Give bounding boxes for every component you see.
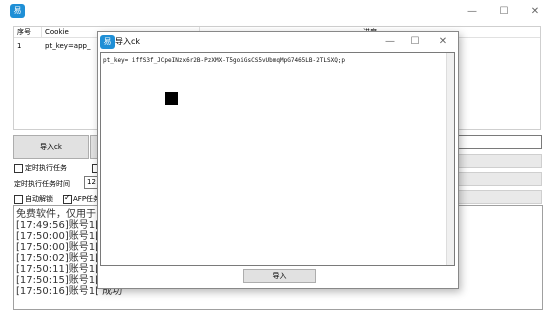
log-line: [17:50:15]账号1[ (16, 275, 99, 286)
maximize-icon[interactable]: ☐ (495, 5, 513, 19)
log-line: [17:50:00]账号1[ (16, 242, 99, 253)
app-icon: 易 (10, 4, 25, 18)
cookie-textarea[interactable]: pt_key= iffS3f_JCpeINzx6r2B-PzXMX-T5goiG… (100, 52, 455, 266)
import-ck-button[interactable]: 导入ck (13, 135, 89, 159)
right-button-1[interactable] (454, 154, 542, 168)
auto-unlock-label: 自动解锁 (25, 195, 53, 203)
table-cell-seq[interactable]: 1 (14, 41, 42, 51)
dialog-title: 导入ck (115, 37, 141, 46)
right-button-3[interactable] (454, 190, 542, 204)
afp-task-label: AFP任务 (73, 195, 101, 203)
main-titlebar: 易 — ☐ ✕ (0, 0, 551, 24)
app-icon: 易 (100, 35, 115, 49)
redaction-block (165, 92, 178, 105)
dialog-titlebar: 易 导入ck — ☐ ✕ (98, 32, 458, 52)
column-header-seq[interactable]: 序号 (14, 27, 42, 38)
scrollbar[interactable] (446, 53, 454, 265)
right-input-field[interactable] (454, 135, 542, 149)
log-line: [17:50:02]账号1[ (16, 253, 99, 264)
close-icon[interactable]: ✕ (434, 35, 452, 49)
afp-task-checkbox[interactable] (63, 193, 72, 204)
log-line: [17:49:56]账号1[ (16, 220, 99, 231)
import-ck-dialog: 易 导入ck — ☐ ✕ pt_key= iffS3f_JCpeINzx6r2B… (97, 31, 459, 289)
auto-unlock-checkbox[interactable] (14, 195, 23, 204)
log-line: 免费软件，仅用于 (16, 209, 96, 220)
minimize-icon[interactable]: — (463, 5, 481, 19)
cookie-text: pt_key= iffS3f_JCpeINzx6r2B-PzXMX-T5goiG… (103, 57, 346, 64)
log-line: [17:50:11]账号1[ (16, 264, 99, 275)
right-button-2[interactable] (454, 172, 542, 186)
minimize-icon[interactable]: — (381, 35, 399, 49)
maximize-icon[interactable]: ☐ (406, 35, 424, 49)
timed-time-label: 定时执行任务时间 (14, 180, 70, 188)
log-line: [17:50:00]账号1[ (16, 231, 99, 242)
close-icon[interactable]: ✕ (526, 5, 544, 19)
timed-task-label: 定时执行任务 (25, 164, 67, 172)
import-button[interactable]: 导入 (243, 269, 316, 283)
timed-task-checkbox[interactable] (14, 164, 23, 173)
